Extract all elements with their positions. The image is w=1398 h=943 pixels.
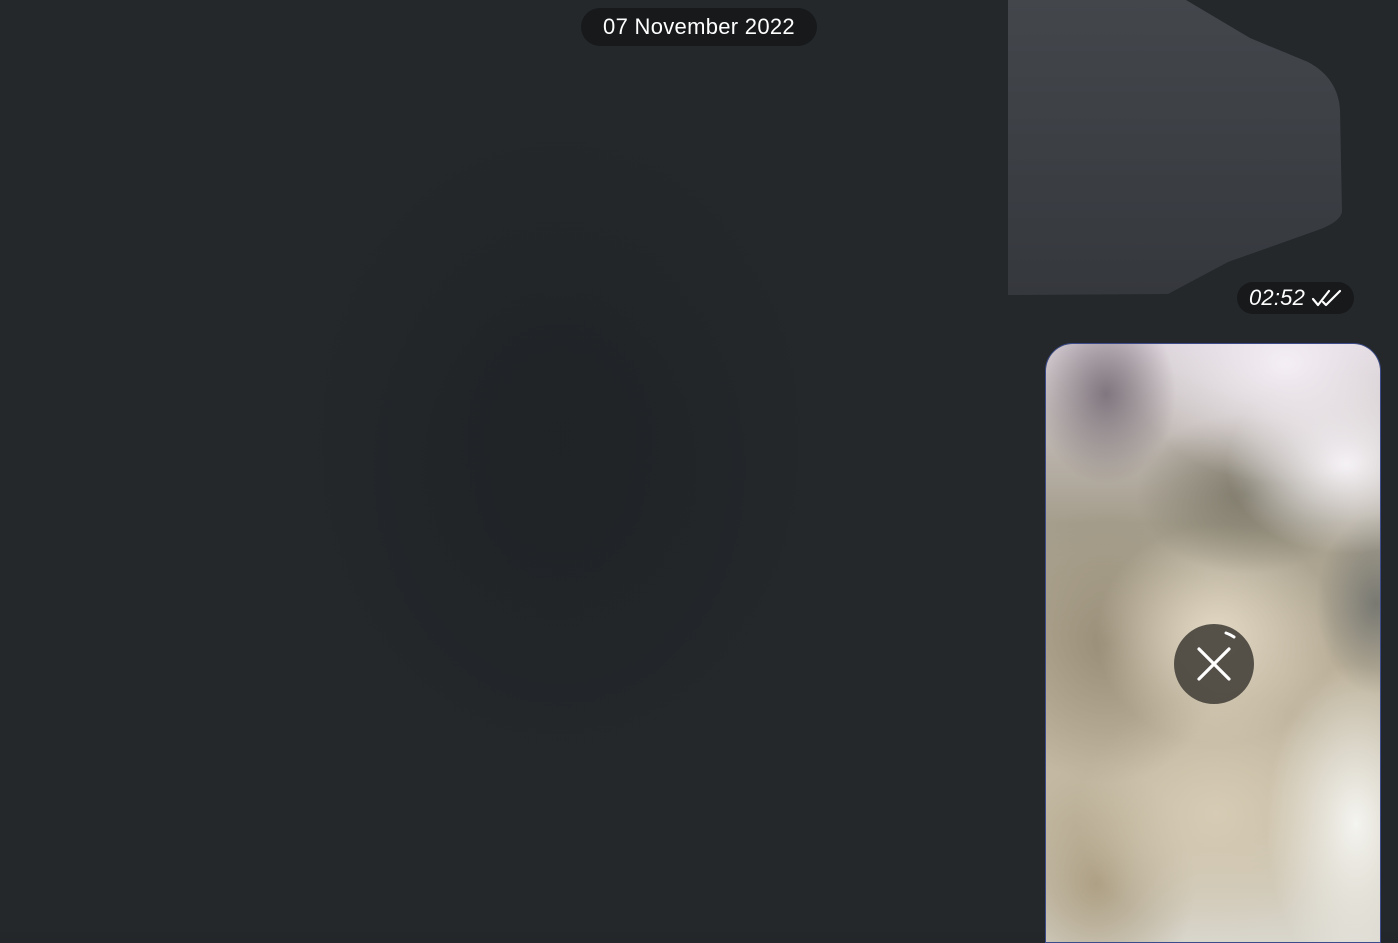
cancel-download-button[interactable] — [1174, 624, 1254, 704]
message-time: 02:52 — [1249, 285, 1306, 310]
media-message[interactable] — [1045, 343, 1381, 943]
double-check-icon — [1311, 289, 1342, 307]
date-separator: 07 November 2022 — [581, 8, 817, 46]
message-time-badge: 02:52 — [1237, 282, 1354, 314]
sticker-message[interactable] — [1008, 0, 1348, 300]
close-icon — [1197, 647, 1231, 681]
